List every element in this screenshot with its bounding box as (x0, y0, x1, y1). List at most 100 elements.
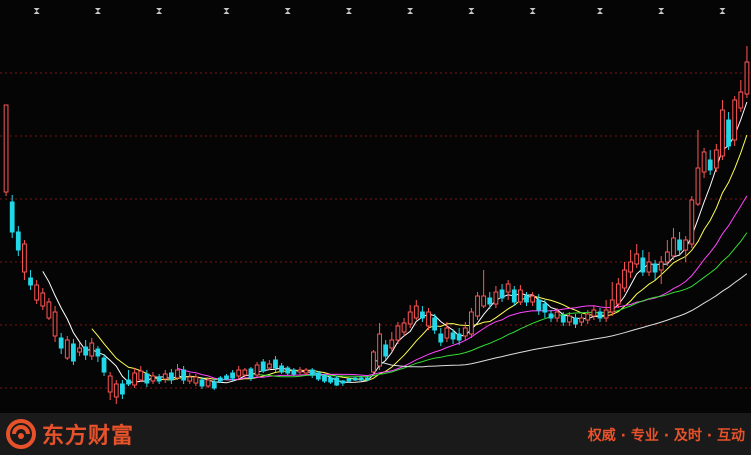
candle (615, 278, 621, 308)
candle (89, 338, 95, 360)
candle (303, 368, 309, 375)
candle (726, 112, 731, 150)
candle (628, 250, 634, 278)
candle (426, 308, 431, 330)
candle (579, 314, 585, 326)
candle (591, 306, 597, 320)
brand-logo: 东方财富 (6, 419, 134, 449)
candle (340, 380, 346, 386)
candle (138, 366, 144, 382)
event-marker-icon (658, 8, 665, 14)
candle (3, 104, 9, 196)
candle (9, 195, 15, 238)
candle (377, 323, 382, 370)
candle (352, 377, 358, 381)
chart-gridlines (0, 72, 751, 389)
event-marker-icon (284, 8, 291, 14)
candle (658, 256, 664, 284)
moving-average-lines (42, 101, 748, 384)
candle (297, 367, 303, 375)
candle (83, 340, 89, 360)
event-marker-icon (407, 8, 414, 14)
candle (683, 236, 689, 262)
ma20-line (177, 195, 748, 381)
brand-name: 东方财富 (42, 424, 135, 449)
candle (640, 250, 646, 276)
candle (205, 378, 211, 388)
candle (401, 318, 407, 336)
candle (254, 362, 260, 377)
candle (744, 46, 750, 98)
event-marker-icon (596, 8, 603, 14)
candle (438, 328, 444, 346)
candle (193, 374, 199, 386)
event-marker-icon (468, 8, 475, 14)
candle (548, 310, 554, 322)
candle (22, 240, 27, 280)
candle (187, 373, 193, 384)
candle (413, 300, 419, 320)
candle (517, 285, 523, 305)
candle (40, 288, 46, 310)
candle (168, 369, 174, 384)
candle (383, 340, 389, 360)
candle (15, 226, 21, 256)
candle (224, 374, 229, 380)
candle (481, 270, 487, 308)
candle (720, 100, 725, 160)
candle (162, 370, 168, 383)
candle (609, 282, 615, 316)
candle (71, 339, 76, 365)
candle (28, 270, 33, 290)
candle (603, 300, 609, 322)
candle (389, 332, 395, 352)
candle (58, 333, 64, 354)
candle (46, 298, 52, 320)
candle (671, 228, 676, 260)
candle (505, 280, 511, 300)
candle (530, 292, 536, 306)
candle (107, 372, 113, 400)
candle (634, 244, 640, 268)
event-marker-icon (223, 8, 230, 14)
candle (695, 130, 701, 206)
candle (266, 360, 272, 370)
candle (420, 306, 425, 322)
candle (487, 292, 493, 309)
candle (211, 379, 217, 390)
event-marker-icon (529, 8, 536, 14)
candle (701, 148, 707, 178)
candle (126, 370, 131, 386)
event-marker-icon (33, 8, 40, 14)
brand-slogan: 权威 · 专业 · 及时 · 互动 (587, 428, 745, 444)
candle (622, 262, 627, 292)
candle (713, 144, 719, 172)
candle (707, 150, 713, 175)
candle (652, 260, 658, 280)
candle (646, 252, 652, 276)
event-marker-icon (719, 8, 726, 14)
candle (511, 286, 517, 306)
candle (315, 371, 321, 381)
candle (236, 366, 242, 379)
candle (371, 350, 376, 375)
candlestick-chart (0, 8, 751, 404)
candle (285, 366, 291, 375)
candle (334, 376, 340, 386)
candle (677, 232, 682, 256)
candle (132, 368, 138, 388)
candle (475, 292, 480, 320)
candle (469, 308, 474, 338)
event-markers (33, 8, 726, 14)
candle (573, 314, 578, 328)
candle (95, 346, 101, 362)
candle (150, 372, 156, 384)
candle (260, 359, 266, 373)
candle (77, 343, 82, 356)
candle (732, 96, 738, 146)
candle (493, 286, 499, 308)
candle (175, 364, 180, 380)
footer-bar: 东方财富 权威 · 专业 · 及时 · 互动 (0, 413, 751, 455)
candle (738, 80, 744, 112)
candle (113, 380, 119, 404)
